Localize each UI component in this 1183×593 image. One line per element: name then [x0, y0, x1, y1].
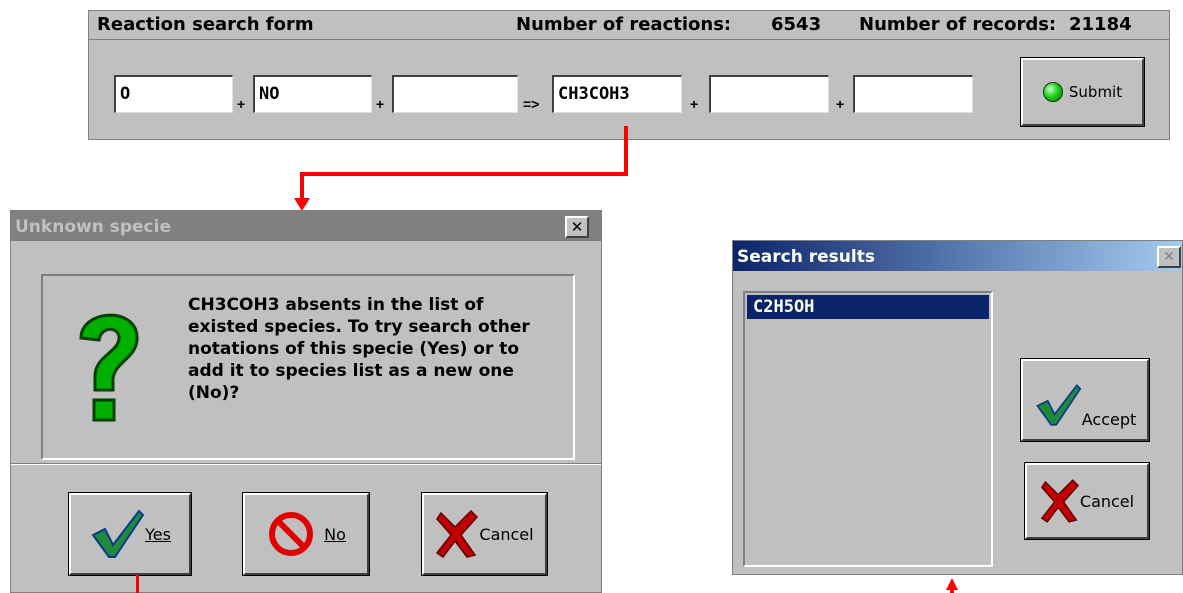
prohibited-icon — [269, 512, 314, 556]
plus-sign: + — [836, 96, 845, 112]
plus-sign: + — [237, 96, 246, 112]
yes-label: Yes — [145, 524, 171, 544]
cancel-label: Cancel — [479, 524, 534, 544]
product-field-2[interactable] — [709, 75, 829, 113]
dialog-title: Unknown specie — [15, 217, 171, 237]
submit-label: Submit — [1068, 83, 1123, 101]
yields-arrow: => — [523, 96, 540, 112]
checkmark-icon — [1035, 383, 1082, 426]
close-button[interactable]: ✕ — [565, 216, 589, 238]
list-item[interactable]: C2H5OH — [747, 295, 989, 319]
accept-label: Accept — [1081, 410, 1137, 429]
flow-arrow-line — [300, 172, 304, 200]
flow-arrow-line — [950, 589, 954, 593]
no-button[interactable]: No — [242, 492, 370, 576]
unknown-specie-dialog: Unknown specie ✕ CH3COH3 absents in the … — [10, 210, 602, 593]
flow-arrow-line — [136, 575, 139, 593]
records-count: 21184 — [1069, 14, 1132, 35]
cross-icon — [436, 509, 479, 559]
dialog-separator — [11, 463, 601, 465]
results-cancel-label: Cancel — [1079, 491, 1135, 511]
close-icon: ✕ — [570, 218, 584, 236]
status-indicator-icon — [1042, 82, 1063, 102]
accept-button[interactable]: Accept — [1020, 358, 1150, 442]
search-results-dialog: Search results ✕ C2H5OH Accept Cancel — [732, 240, 1183, 575]
plus-sign: + — [690, 96, 699, 112]
question-icon — [79, 313, 139, 422]
flow-arrow-line — [300, 172, 628, 176]
flow-arrow-line — [624, 126, 628, 176]
reactant-field-2[interactable]: NO — [253, 75, 372, 113]
form-header: Reaction search form Number of reactions… — [89, 11, 1169, 40]
dialog-message: CH3COH3 absents in the list of existed s… — [188, 295, 530, 403]
close-icon: ✕ — [1163, 249, 1175, 265]
cross-icon — [1040, 479, 1080, 523]
results-title: Search results — [737, 247, 875, 267]
cancel-button[interactable]: Cancel — [421, 492, 548, 576]
results-list[interactable]: C2H5OH — [743, 291, 993, 567]
product-field-3[interactable] — [853, 75, 973, 113]
dialog-titlebar: Unknown specie — [11, 211, 601, 241]
no-label: No — [324, 524, 346, 544]
checkmark-icon — [91, 509, 145, 558]
reactant-field-3[interactable] — [392, 75, 518, 113]
message-panel: CH3COH3 absents in the list of existed s… — [41, 274, 575, 460]
results-titlebar: Search results — [733, 241, 1182, 271]
results-cancel-button[interactable]: Cancel — [1024, 462, 1150, 540]
product-field-1[interactable]: CH3COH3 — [552, 75, 682, 113]
reactions-label: Number of reactions: — [516, 14, 732, 35]
plus-sign: + — [376, 96, 385, 112]
results-close-button[interactable]: ✕ — [1157, 246, 1181, 268]
form-title: Reaction search form — [97, 14, 314, 35]
yes-button[interactable]: Yes — [68, 492, 192, 576]
records-label: Number of records: — [859, 14, 1057, 35]
reactions-count: 6543 — [771, 14, 822, 35]
reactant-field-1[interactable]: O — [114, 75, 233, 113]
submit-button[interactable]: Submit — [1020, 57, 1145, 127]
